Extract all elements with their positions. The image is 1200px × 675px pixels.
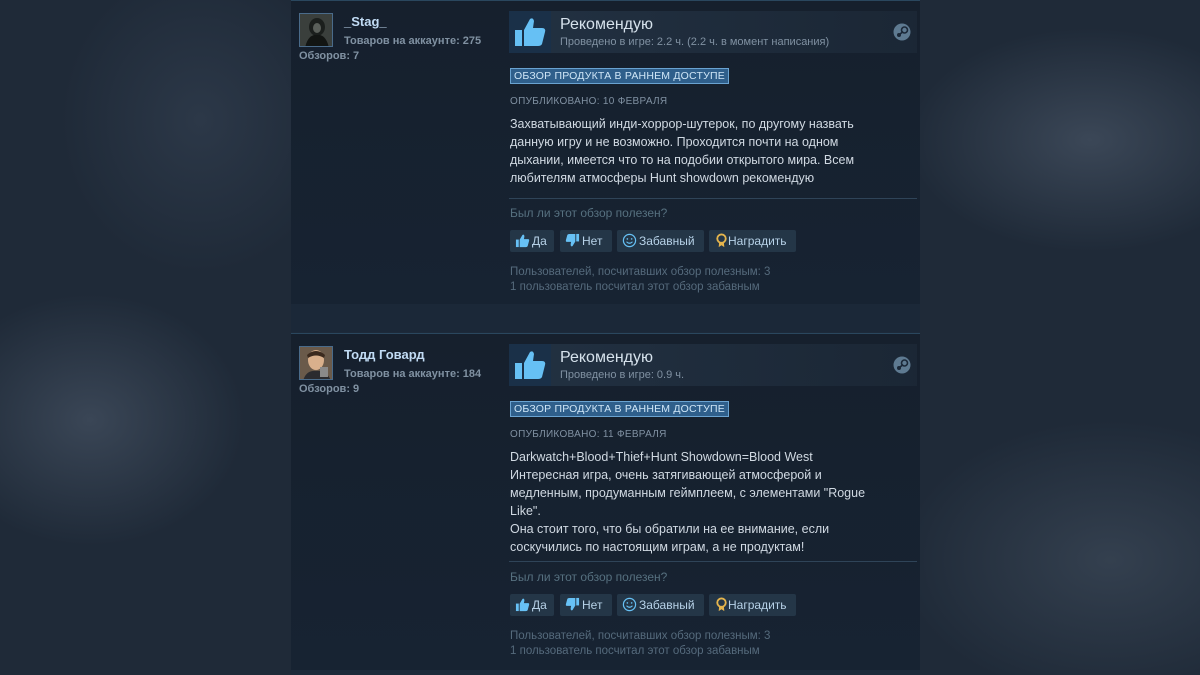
vote-funny-button[interactable]: Забавный <box>617 594 704 616</box>
review-text-line: данную игру и не возможно. Проходится по… <box>510 135 839 149</box>
steam-icon <box>893 356 911 374</box>
review-card: _Stag_ Товаров на аккаунте: 275 Обзоров:… <box>291 0 920 304</box>
posted-date: ОПУБЛИКОВАНО: 11 ФЕВРАЛЯ <box>510 429 667 440</box>
thumbs-up-icon <box>509 344 551 386</box>
avatar[interactable] <box>299 346 333 380</box>
hours-played: Проведено в игре: 2.2 ч. (2.2 ч. в момен… <box>560 36 830 48</box>
review-gap <box>291 304 920 332</box>
review-stats: Пользователей, посчитавших обзор полезны… <box>510 629 770 659</box>
avatar[interactable] <box>299 13 333 47</box>
vote-header[interactable]: Рекомендую Проведено в игре: 2.2 ч. (2.2… <box>509 11 917 53</box>
author-name[interactable]: Тодд Говард <box>344 347 425 362</box>
divider <box>509 198 917 199</box>
review-text-line: Захватывающий инди-хоррор-шутерок, по др… <box>510 117 854 131</box>
vote-no-label: Нет <box>582 598 603 612</box>
funny-count: 1 пользователь посчитал этот обзор забав… <box>510 281 760 293</box>
verdict-title: Рекомендую <box>560 16 654 33</box>
author-reviews-count[interactable]: Обзоров: 7 <box>299 50 359 62</box>
vote-header[interactable]: Рекомендую Проведено в игре: 0.9 ч. <box>509 344 917 386</box>
smile-icon <box>622 233 637 248</box>
award-icon <box>716 233 727 248</box>
review-text: Захватывающий инди-хоррор-шутерок, по др… <box>510 115 900 187</box>
award-button[interactable]: Наградить <box>709 594 796 616</box>
helpful-count: Пользователей, посчитавших обзор полезны… <box>510 630 771 642</box>
helpful-question: Был ли этот обзор полезен? <box>510 570 668 584</box>
helpful-count: Пользователей, посчитавших обзор полезны… <box>510 266 771 278</box>
thumbs-down-icon <box>565 233 580 247</box>
vote-no-label: Нет <box>582 234 603 248</box>
award-label: Наградить <box>728 598 787 612</box>
review-card: Тодд Говард Товаров на аккаунте: 184 Обз… <box>291 333 920 670</box>
author-reviews-count[interactable]: Обзоров: 9 <box>299 383 359 395</box>
steam-icon <box>893 23 911 41</box>
posted-date: ОПУБЛИКОВАНО: 10 ФЕВРАЛЯ <box>510 96 668 107</box>
award-icon <box>716 597 727 612</box>
review-stats: Пользователей, посчитавших обзор полезны… <box>510 265 770 295</box>
thumbs-up-icon <box>515 598 530 612</box>
vote-funny-button[interactable]: Забавный <box>617 230 704 252</box>
review-text-line: соскучились по настоящим играм, а не про… <box>510 540 805 554</box>
review-text-line: любителям атмосферы Hunt showdown рекоме… <box>510 171 815 185</box>
early-access-badge: ОБЗОР ПРОДУКТА В РАННЕМ ДОСТУПЕ <box>510 401 729 417</box>
thumbs-down-icon <box>565 597 580 611</box>
divider <box>509 561 917 562</box>
review-text-line: медленным, продуманным геймплеем, с элем… <box>510 486 866 500</box>
thumbs-up-icon <box>515 234 530 248</box>
author-products-count[interactable]: Товаров на аккаунте: 184 <box>344 368 481 380</box>
review-text-line: Интересная игра, очень затягивающей атмо… <box>510 468 822 482</box>
hours-played: Проведено в игре: 0.9 ч. <box>560 369 685 381</box>
funny-count: 1 пользователь посчитал этот обзор забав… <box>510 645 760 657</box>
vote-no-button[interactable]: Нет <box>560 594 612 616</box>
review-text-line: дыхании, имеется что то на подобии откры… <box>510 153 855 167</box>
review-text-line: Она стоит того, что бы обратили на ее вн… <box>510 522 830 536</box>
review-text-line: Darkwatch+Blood+Thief+Hunt Showdown=Bloo… <box>510 450 813 464</box>
vote-funny-label: Забавный <box>639 598 695 612</box>
review-text-line: Like". <box>510 504 541 518</box>
thumbs-up-icon <box>509 11 551 53</box>
vote-yes-button[interactable]: Да <box>510 594 554 616</box>
verdict-title: Рекомендую <box>560 349 654 366</box>
smile-icon <box>622 597 637 612</box>
vote-yes-label: Да <box>532 598 547 612</box>
award-label: Наградить <box>728 234 787 248</box>
vote-funny-label: Забавный <box>639 234 695 248</box>
early-access-badge: ОБЗОР ПРОДУКТА В РАННЕМ ДОСТУПЕ <box>510 68 729 84</box>
vote-yes-label: Да <box>532 234 547 248</box>
author-name[interactable]: _Stag_ <box>344 14 387 29</box>
helpful-question: Был ли этот обзор полезен? <box>510 206 668 220</box>
award-button[interactable]: Наградить <box>709 230 796 252</box>
vote-yes-button[interactable]: Да <box>510 230 554 252</box>
author-products-count[interactable]: Товаров на аккаунте: 275 <box>344 35 481 47</box>
review-text: Darkwatch+Blood+Thief+Hunt Showdown=Bloo… <box>510 448 900 556</box>
vote-no-button[interactable]: Нет <box>560 230 612 252</box>
